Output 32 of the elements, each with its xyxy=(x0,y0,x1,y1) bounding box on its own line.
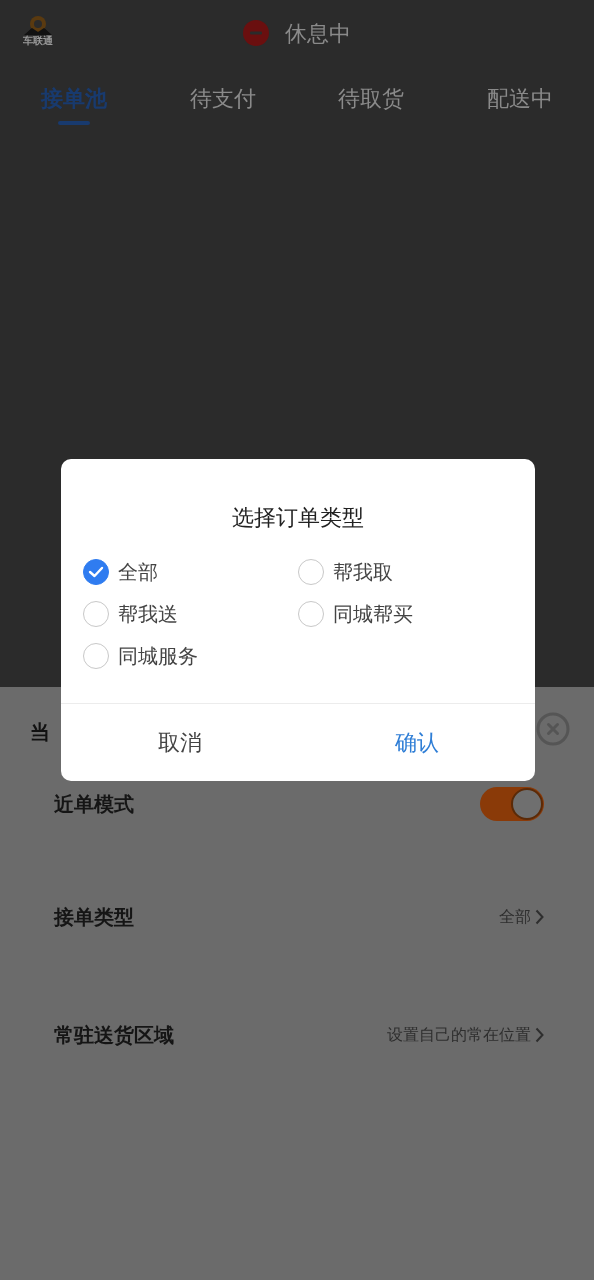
app-logo: 车联通 xyxy=(20,14,56,46)
radio-option[interactable]: 同城服务 xyxy=(83,640,298,672)
setting-label: 接单类型 xyxy=(54,904,134,931)
status-icon xyxy=(243,20,269,46)
tab[interactable]: 待支付 xyxy=(189,66,256,130)
option-label: 帮我取 xyxy=(333,559,393,586)
logo-icon xyxy=(22,14,54,36)
option-label: 同城服务 xyxy=(118,643,198,670)
confirm-button[interactable]: 确认 xyxy=(298,704,535,781)
dialog-title: 选择订单类型 xyxy=(231,504,365,532)
setting-label: 近单模式 xyxy=(54,791,134,818)
setting-value-link[interactable]: 全部 xyxy=(499,905,544,929)
cancel-button[interactable]: 取消 xyxy=(61,704,298,781)
status-text: 休息中 xyxy=(285,19,351,48)
radio-option[interactable]: 帮我取 xyxy=(298,556,498,588)
chevron-icon xyxy=(535,909,544,925)
radio-option[interactable]: 全部 xyxy=(83,556,298,588)
radio-option[interactable]: 帮我送 xyxy=(83,598,298,630)
check-icon xyxy=(88,566,104,578)
tab[interactable]: 配送中 xyxy=(486,66,553,130)
toggle-switch[interactable] xyxy=(480,787,544,821)
setting-value-link[interactable]: 设置自己的常在位置 xyxy=(387,1023,544,1047)
tab[interactable]: 待取货 xyxy=(338,66,405,130)
setting-label: 常驻送货区域 xyxy=(54,1022,174,1049)
close-icon[interactable] xyxy=(536,712,570,746)
sheet-title: 当 xyxy=(30,719,50,746)
chevron-icon xyxy=(535,1027,544,1043)
option-label: 同城帮买 xyxy=(333,601,413,628)
option-label: 帮我送 xyxy=(118,601,178,628)
radio-option[interactable]: 同城帮买 xyxy=(298,598,498,630)
radio-button[interactable] xyxy=(83,559,109,585)
option-label: 全部 xyxy=(118,559,158,586)
